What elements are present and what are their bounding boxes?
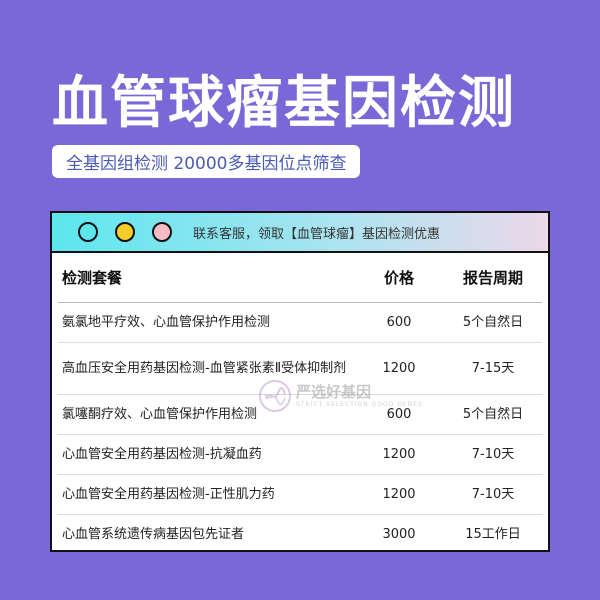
subtitle-badge: 全基因组检测 20000多基因位点筛查 <box>52 145 361 178</box>
package-name: 心血管安全用药基因检测-正性肌力药 <box>58 474 354 515</box>
package-name: 氯噻酮疗效、心血管保护作用检测 <box>58 394 354 435</box>
customer-service-notice[interactable]: 联系客服，领取【血管球瘤】基因检测优惠 <box>193 223 440 242</box>
page-title: 血管球瘤基因检测 <box>52 71 516 136</box>
report-period: 7-15天 <box>444 342 542 395</box>
package-name: 高血压安全用药基因检测-血管紧张素Ⅱ受体抑制剂 <box>58 342 354 395</box>
package-name: 心血管安全用药基因检测-抗凝血药 <box>58 434 354 475</box>
report-period: 7-10天 <box>444 474 542 515</box>
column-header-package: 检测套餐 <box>58 253 354 303</box>
report-period: 5个自然日 <box>444 302 542 343</box>
window-dot-yellow-icon <box>115 222 135 242</box>
package-price: 1200 <box>354 342 444 395</box>
table-row[interactable]: 心血管安全用药基因检测-抗凝血药 1200 7-10天 <box>58 434 542 475</box>
package-name: 心血管系统遗传病基因包先证者 <box>62 526 245 542</box>
window-dot-pink-icon <box>152 222 172 242</box>
table-header-row: 检测套餐 价格 报告周期 <box>58 253 542 303</box>
package-price: 3000 <box>382 526 416 542</box>
column-header-price: 价格 <box>354 253 444 303</box>
package-table: 检测套餐 价格 报告周期 氨氯地平疗效、心血管保护作用检测 600 5个自然日 … <box>58 253 542 555</box>
package-name: 氨氯地平疗效、心血管保护作用检测 <box>58 302 354 343</box>
window-dot-cyan-icon <box>78 222 98 242</box>
report-period: 5个自然日 <box>444 394 542 435</box>
package-price: 1200 <box>354 434 444 475</box>
report-period: 7-10天 <box>444 434 542 475</box>
package-card: 联系客服，领取【血管球瘤】基因检测优惠 检测套餐 价格 报告周期 氨氯地平疗效、… <box>50 211 550 552</box>
package-price: 1200 <box>354 474 444 515</box>
column-header-period: 报告周期 <box>444 253 542 303</box>
report-period: 15工作日 <box>465 526 521 542</box>
package-price: 600 <box>354 394 444 435</box>
card-title-bar: 联系客服，领取【血管球瘤】基因检测优惠 <box>52 213 548 253</box>
table-row[interactable]: 氯噻酮疗效、心血管保护作用检测 600 5个自然日 <box>58 394 542 435</box>
table-row[interactable]: 氨氯地平疗效、心血管保护作用检测 600 5个自然日 <box>58 302 542 343</box>
package-price: 600 <box>354 302 444 343</box>
table-row[interactable]: 心血管系统遗传病基因包先证者 3000 15工作日 <box>58 515 542 555</box>
table-row[interactable]: 高血压安全用药基因检测-血管紧张素Ⅱ受体抑制剂 1200 7-15天 <box>58 342 542 395</box>
table-row[interactable]: 心血管安全用药基因检测-正性肌力药 1200 7-10天 <box>58 474 542 515</box>
